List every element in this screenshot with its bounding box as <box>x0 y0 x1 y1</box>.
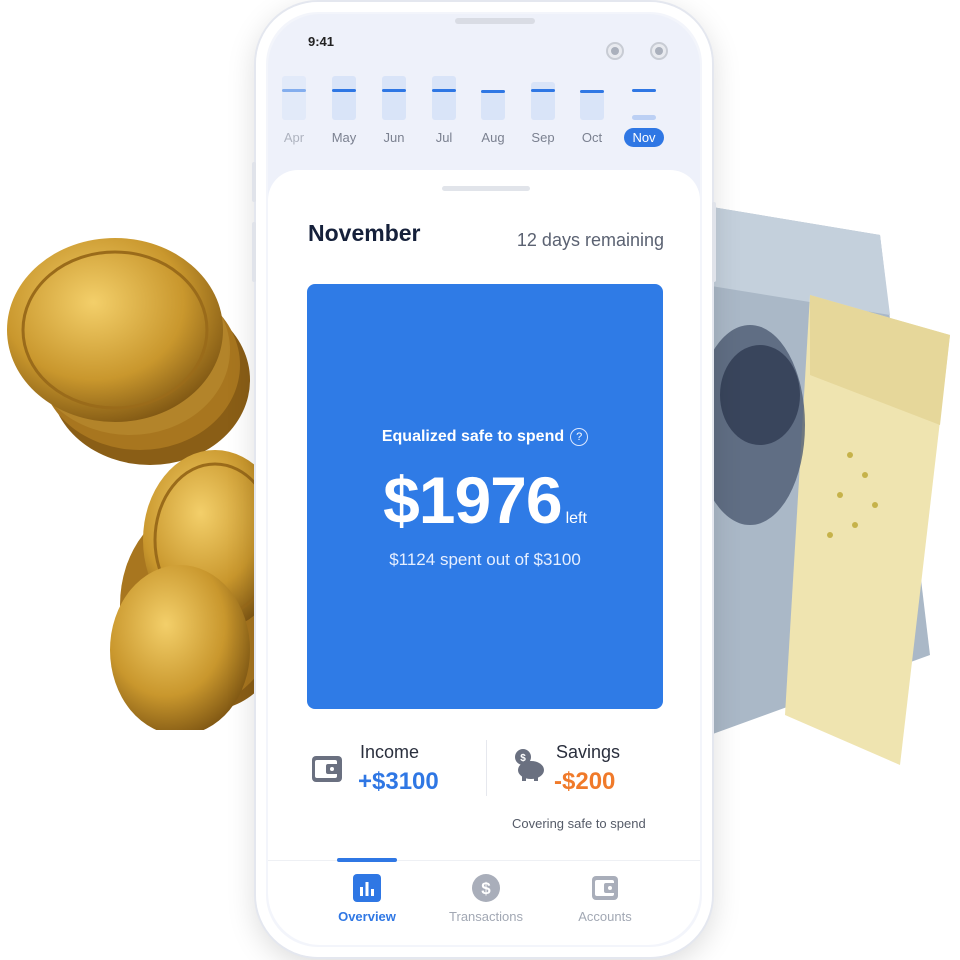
tab-label: Accounts <box>578 909 632 924</box>
month-jun[interactable]: Jun <box>374 76 414 145</box>
safe-to-spend-amount: $1976 <box>383 463 563 537</box>
wallet-icon <box>312 756 342 782</box>
safe-to-spend-label: Equalized safe to spend <box>381 428 565 445</box>
savings-label: Savings <box>556 742 621 762</box>
month-label: Jul <box>435 130 453 145</box>
month-nov[interactable]: Nov <box>624 76 664 147</box>
svg-text:$: $ <box>481 879 491 898</box>
camera-icon <box>650 42 668 60</box>
dollar-icon: $ <box>472 874 500 902</box>
savings-value: -$200 <box>554 768 616 795</box>
spent-summary: $1124 spent out of $3100 <box>389 550 581 569</box>
month-label: May <box>331 130 357 145</box>
svg-text:$: $ <box>520 753 526 764</box>
phone-screen: 9:41 Apr May Jun Jul Aug Sep Oct Nov Nov… <box>268 14 700 945</box>
stats-row: Income +$3100 $ Savings -$200 Covering s… <box>268 740 700 840</box>
tab-transactions[interactable]: $ Transactions <box>431 873 541 924</box>
wallet-icon <box>592 876 618 900</box>
month-label: Oct <box>581 130 603 145</box>
month-may[interactable]: May <box>324 76 364 145</box>
month-selector: Apr May Jun Jul Aug Sep Oct Nov <box>268 76 700 166</box>
month-jul[interactable]: Jul <box>424 76 464 145</box>
month-label: Nov <box>624 128 664 147</box>
month-oct[interactable]: Oct <box>572 76 612 145</box>
tab-accounts[interactable]: Accounts <box>550 873 660 924</box>
tab-bar: Overview $ Transactions Accounts <box>268 858 700 945</box>
month-label: Jun <box>383 130 405 145</box>
month-apr[interactable]: Apr <box>274 76 314 145</box>
month-aug[interactable]: Aug <box>473 76 513 145</box>
income-label: Income <box>360 742 420 762</box>
stats-divider <box>486 740 487 796</box>
tab-overview[interactable]: Overview <box>312 873 422 924</box>
banknotes-image <box>695 205 950 765</box>
tab-label: Overview <box>338 909 396 924</box>
volume-button <box>252 162 256 202</box>
volume-button <box>252 222 256 282</box>
piggy-bank-icon: $ <box>515 749 544 781</box>
savings-note: Covering safe to spend <box>512 816 646 831</box>
speaker-grille <box>455 18 535 24</box>
income-value: +$3100 <box>358 768 439 795</box>
month-label: Sep <box>531 130 555 145</box>
camera-icon <box>606 42 624 60</box>
month-label: Apr <box>283 130 305 145</box>
tab-label: Transactions <box>449 909 523 924</box>
status-time: 9:41 <box>308 34 335 49</box>
phone-frame: 9:41 Apr May Jun Jul Aug Sep Oct Nov Nov… <box>252 2 716 957</box>
bar-chart-icon <box>353 874 381 902</box>
power-button <box>712 202 716 282</box>
amount-suffix: left <box>565 510 587 527</box>
month-label: Aug <box>481 130 505 145</box>
safe-to-spend-card: Equalized safe to spend? $1976 left $1124… <box>307 284 663 709</box>
days-remaining: 12 days remaining <box>516 230 664 250</box>
coins-image <box>7 238 270 730</box>
page-title: November <box>308 220 421 246</box>
overview-card: November 12 days remaining Equalized saf… <box>268 170 700 945</box>
help-icon[interactable]: ? <box>570 428 589 446</box>
active-tab-indicator <box>337 858 397 862</box>
month-sep[interactable]: Sep <box>523 76 563 145</box>
drag-handle[interactable] <box>442 186 530 191</box>
